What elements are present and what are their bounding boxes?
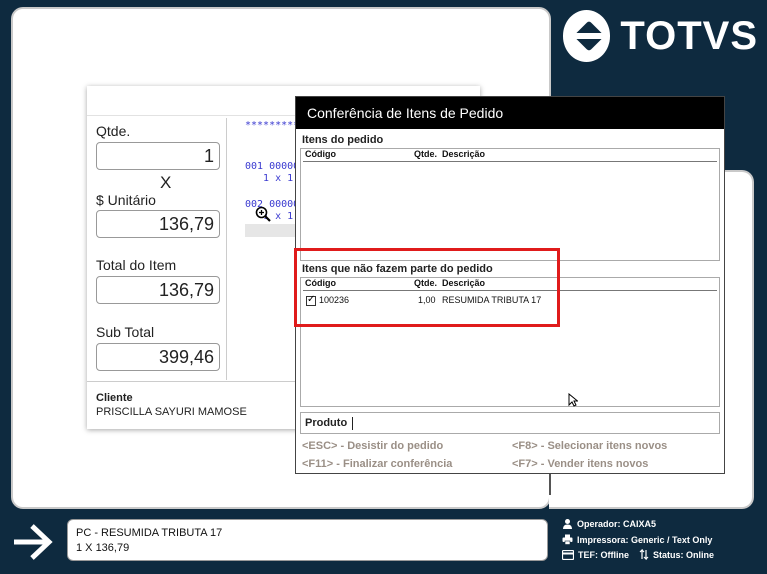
unit-price-field[interactable]: 136,79: [96, 210, 220, 238]
shortcut-esc[interactable]: <ESC> - Desistir do pedido: [302, 440, 443, 452]
printer-status: Impressora: Generic / Text Only: [562, 534, 712, 545]
operator-status: Operador: CAIXA5: [562, 518, 656, 529]
product-label: Produto: [305, 417, 348, 429]
unit-price-label: $ Unitário: [96, 192, 156, 208]
col-qty: Qtde.: [414, 149, 438, 159]
qtde-field[interactable]: 1: [96, 142, 220, 170]
logo-text: TOTVS: [620, 13, 758, 58]
vertical-divider: [226, 118, 227, 380]
sync-arrows-icon: [639, 549, 649, 560]
divider-tick: [549, 474, 551, 495]
message-box: PC - RESUMIDA TRIBUTA 17 1 X 136,79: [67, 519, 548, 561]
shortcut-f7[interactable]: <F7> - Vender itens novos: [512, 458, 648, 470]
shortcut-f8[interactable]: <F8> - Selecionar itens novos: [512, 440, 667, 452]
printer-text: Impressora: Generic / Text Only: [577, 534, 713, 545]
order-items-grid[interactable]: Código Qtde. Descrição: [300, 148, 720, 261]
text-caret: [352, 416, 354, 430]
times-sign: X: [160, 173, 172, 192]
user-icon: [563, 519, 572, 529]
shortcut-f11[interactable]: <F11> - Finalizar conferência: [302, 458, 452, 470]
client-label: Cliente: [96, 392, 133, 404]
printer-icon: [562, 534, 573, 545]
zoom-in-icon[interactable]: [255, 206, 271, 222]
col-desc: Descrição: [442, 149, 486, 159]
connection-status-text: Status: Online: [653, 549, 715, 560]
totvs-logo: TOTVS: [563, 8, 758, 64]
dialog-title: Conferência de Itens de Pedido: [296, 97, 724, 129]
col-code: Código: [305, 149, 336, 159]
operator-text: Operador: CAIXA5: [577, 518, 657, 529]
subtotal-field: 399,46: [96, 343, 220, 371]
item-total-label: Total do Item: [96, 257, 177, 273]
client-name: PRISCILLA SAYURI MAMOSE: [96, 406, 247, 418]
tef-text: TEF: Offline: [578, 549, 629, 560]
grid-header: Código Qtde. Descrição: [303, 149, 717, 162]
card-icon: [562, 549, 574, 560]
qtde-label: Qtde.: [96, 123, 131, 139]
arrow-right-icon: [14, 524, 53, 560]
message-line: PC - RESUMIDA TRIBUTA 17: [76, 527, 223, 539]
highlight-box: [294, 248, 560, 327]
tef-status: TEF: Offline Status: Online: [562, 549, 714, 560]
receipt-line: 001 00000: [245, 161, 300, 172]
item-total-field: 136,79: [96, 276, 220, 304]
receipt-line: 002 00000: [245, 199, 300, 210]
mouse-pointer-icon: [568, 393, 578, 407]
message-line: 1 X 136,79: [76, 542, 130, 554]
totvs-logo-icon: [563, 10, 611, 62]
subtotal-label: Sub Total: [96, 324, 155, 340]
product-input[interactable]: Produto: [300, 412, 720, 434]
order-items-label: Itens do pedido: [302, 134, 384, 146]
receipt-line: 1 x 1: [245, 173, 294, 184]
